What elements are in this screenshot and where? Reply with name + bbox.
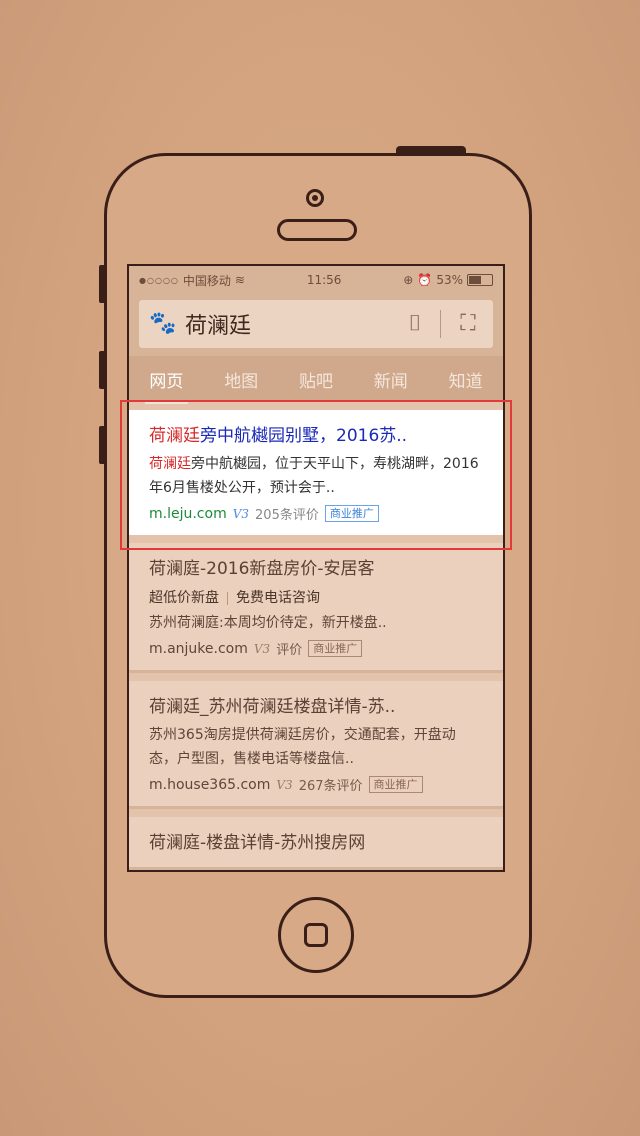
result-card[interactable]: 荷澜庭-2016新盘房价-安居客 超低价新盘 免费电话咨询 苏州荷澜庭:本周均价待… [129, 543, 503, 673]
result-meta: m.house365.com V3 267条评价 商业推广 [149, 775, 483, 794]
carrier-label: 中国移动 [182, 273, 231, 288]
signal-icon: ●○○○○ [139, 275, 179, 285]
review-count: 267条评价 [298, 779, 363, 794]
result-url[interactable]: m.anjuke.com [149, 641, 248, 657]
phone-screen: ●○○○○ 中国移动 ≋ 11:56 ⊕ ⏰ 53% 🐾 荷澜廷 ⌷ ⛶ 网页 … [127, 264, 505, 872]
scan-icon[interactable]: ⛶ [453, 309, 483, 339]
lock-rotation-icon: ⊕ [403, 273, 414, 287]
result-card[interactable]: 荷澜庭-楼盘详情-苏州搜房网 [129, 817, 503, 870]
tab-web[interactable]: 网页 [129, 367, 204, 404]
review-count: 评价 [276, 643, 303, 658]
result-description: 苏州荷澜庭:本周均价待定，新开楼盘.. [149, 615, 387, 631]
ad-label: 商业推广 [308, 640, 363, 657]
alarm-icon: ⏰ [417, 273, 433, 287]
clock: 11:56 [306, 273, 342, 287]
v3-badge-icon: V3 [276, 777, 293, 792]
v3-badge-icon: V3 [253, 641, 271, 656]
chip-free-call[interactable]: 免费电话咨询 [236, 590, 320, 606]
category-tabs: 网页 地图 贴吧 新闻 知道 [129, 356, 503, 404]
wifi-icon: ≋ [234, 273, 245, 287]
search-area: 🐾 荷澜廷 ⌷ ⛶ [129, 294, 503, 356]
home-button[interactable] [278, 897, 354, 973]
ad-label: 商业推广 [368, 776, 423, 793]
result-meta: m.anjuke.com V3 评价 商业推广 [149, 639, 483, 658]
earpiece-speaker [277, 219, 357, 241]
battery-percent: 53% [436, 273, 463, 287]
result-description: 苏州365淘房提供荷澜廷房价，交通配套，开盘动态，户型图，售楼电话等楼盘信.. [149, 727, 456, 767]
highlight-frame [120, 400, 512, 550]
search-input[interactable]: 荷澜廷 [185, 308, 388, 340]
chip-low-price[interactable]: 超低价新盘 [149, 590, 219, 606]
result-title[interactable]: 荷澜庭-2016新盘房价-安居客 [149, 557, 483, 581]
divider [440, 310, 441, 338]
search-bar[interactable]: 🐾 荷澜廷 ⌷ ⛶ [139, 300, 493, 348]
tab-zhidao[interactable]: 知道 [428, 367, 503, 392]
chip-divider [227, 591, 228, 605]
tab-tieba[interactable]: 贴吧 [279, 367, 354, 392]
result-title[interactable]: 荷澜庭-楼盘详情-苏州搜房网 [149, 831, 483, 855]
result-title[interactable]: 荷澜廷_苏州荷澜廷楼盘详情-苏.. [149, 695, 483, 719]
home-square-icon [304, 923, 328, 947]
tab-map[interactable]: 地图 [204, 367, 279, 392]
result-url[interactable]: m.house365.com [149, 777, 270, 793]
camera-icon[interactable]: ⌷ [400, 309, 430, 339]
status-bar: ●○○○○ 中国移动 ≋ 11:56 ⊕ ⏰ 53% [129, 266, 503, 294]
result-chips: 超低价新盘 免费电话咨询 [149, 587, 483, 607]
battery-icon [466, 274, 493, 286]
front-camera [306, 189, 324, 207]
tab-news[interactable]: 新闻 [353, 367, 428, 392]
result-card[interactable]: 荷澜廷_苏州荷澜廷楼盘详情-苏.. 苏州365淘房提供荷澜廷房价，交通配套，开盘… [129, 681, 503, 809]
baidu-paw-icon: 🐾 [149, 311, 177, 336]
